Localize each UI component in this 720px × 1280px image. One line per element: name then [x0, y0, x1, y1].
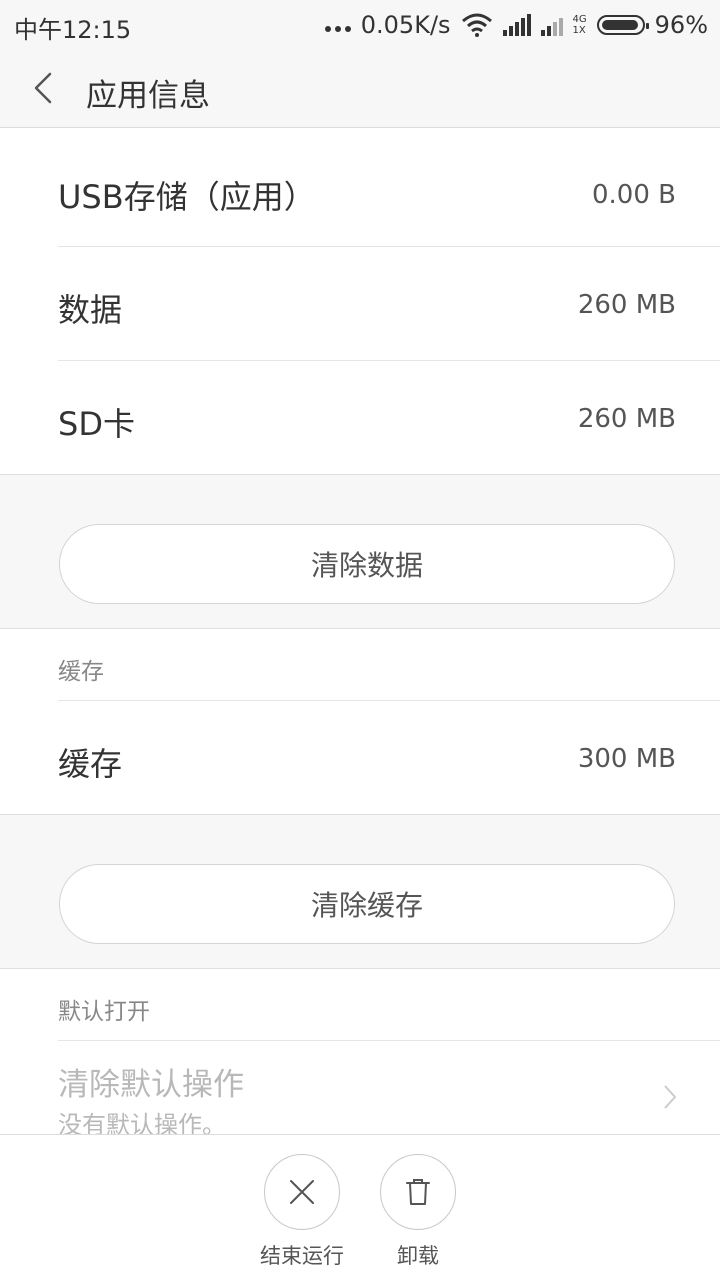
- chevron-right-icon: [664, 1085, 677, 1109]
- storage-row-value: 0.00 B: [592, 180, 676, 210]
- storage-row-value: 260 MB: [577, 404, 676, 434]
- cache-row-label: 缓存: [58, 745, 123, 783]
- network-type: 4G 1X: [572, 14, 587, 36]
- back-icon[interactable]: [26, 70, 62, 106]
- status-time: 中午12:15: [14, 16, 132, 44]
- storage-row-data: 数据 260 MB: [0, 247, 720, 360]
- section-divider: [0, 628, 720, 629]
- cache-section-title: 缓存: [58, 659, 104, 685]
- battery-percent: 96%: [654, 11, 708, 39]
- signal-icon: [502, 14, 531, 36]
- force-stop-button[interactable]: [264, 1154, 340, 1230]
- battery-icon: [596, 15, 649, 35]
- uninstall-label: 卸载: [397, 1244, 439, 1268]
- cache-row-value: 300 MB: [577, 744, 676, 774]
- storage-row-sd: SD卡 260 MB: [0, 361, 720, 474]
- page-title: 应用信息: [86, 78, 210, 114]
- status-icons: 0.05K/s 4G 1X 96%: [324, 8, 708, 42]
- app-info-content[interactable]: USB存储（应用） 0.00 B 数据 260 MB SD卡 260 MB 清除…: [0, 128, 720, 1134]
- uninstall-button[interactable]: [380, 1154, 456, 1230]
- clear-data-area: 清除数据: [0, 475, 720, 628]
- bottom-action-bar: 结束运行 卸载: [0, 1134, 720, 1280]
- clear-defaults-subtitle: 没有默认操作。: [58, 1111, 226, 1134]
- status-bar: 中午12:15 0.05K/s 4G 1X 96%: [0, 0, 720, 50]
- signal-secondary-icon: [540, 14, 563, 36]
- network-speed: 0.05K/s: [360, 11, 451, 39]
- defaults-section-title: 默认打开: [58, 999, 150, 1025]
- clear-defaults-label: 清除默认操作: [58, 1067, 244, 1103]
- clear-data-button[interactable]: 清除数据: [59, 524, 675, 604]
- trash-icon: [406, 1179, 430, 1205]
- force-stop-action[interactable]: 结束运行: [242, 1154, 362, 1270]
- force-stop-label: 结束运行: [260, 1244, 344, 1268]
- title-bar: 应用信息: [0, 50, 720, 128]
- cache-row: 缓存 300 MB: [0, 701, 720, 814]
- clear-cache-button[interactable]: 清除缓存: [59, 864, 675, 944]
- close-icon: [290, 1180, 314, 1204]
- storage-row-value: 260 MB: [577, 290, 676, 320]
- storage-row-label: USB存储（应用）: [58, 178, 316, 216]
- storage-row-usb: USB存储（应用） 0.00 B: [0, 132, 720, 246]
- uninstall-action[interactable]: 卸载: [358, 1154, 478, 1270]
- section-divider: [0, 968, 720, 969]
- more-notifications-icon: [324, 26, 351, 32]
- storage-row-label: 数据: [58, 291, 123, 329]
- clear-defaults-row[interactable]: 清除默认操作 没有默认操作。: [0, 1041, 720, 1134]
- wifi-icon: [461, 13, 492, 37]
- clear-cache-area: 清除缓存: [0, 815, 720, 968]
- storage-row-label: SD卡: [58, 405, 135, 443]
